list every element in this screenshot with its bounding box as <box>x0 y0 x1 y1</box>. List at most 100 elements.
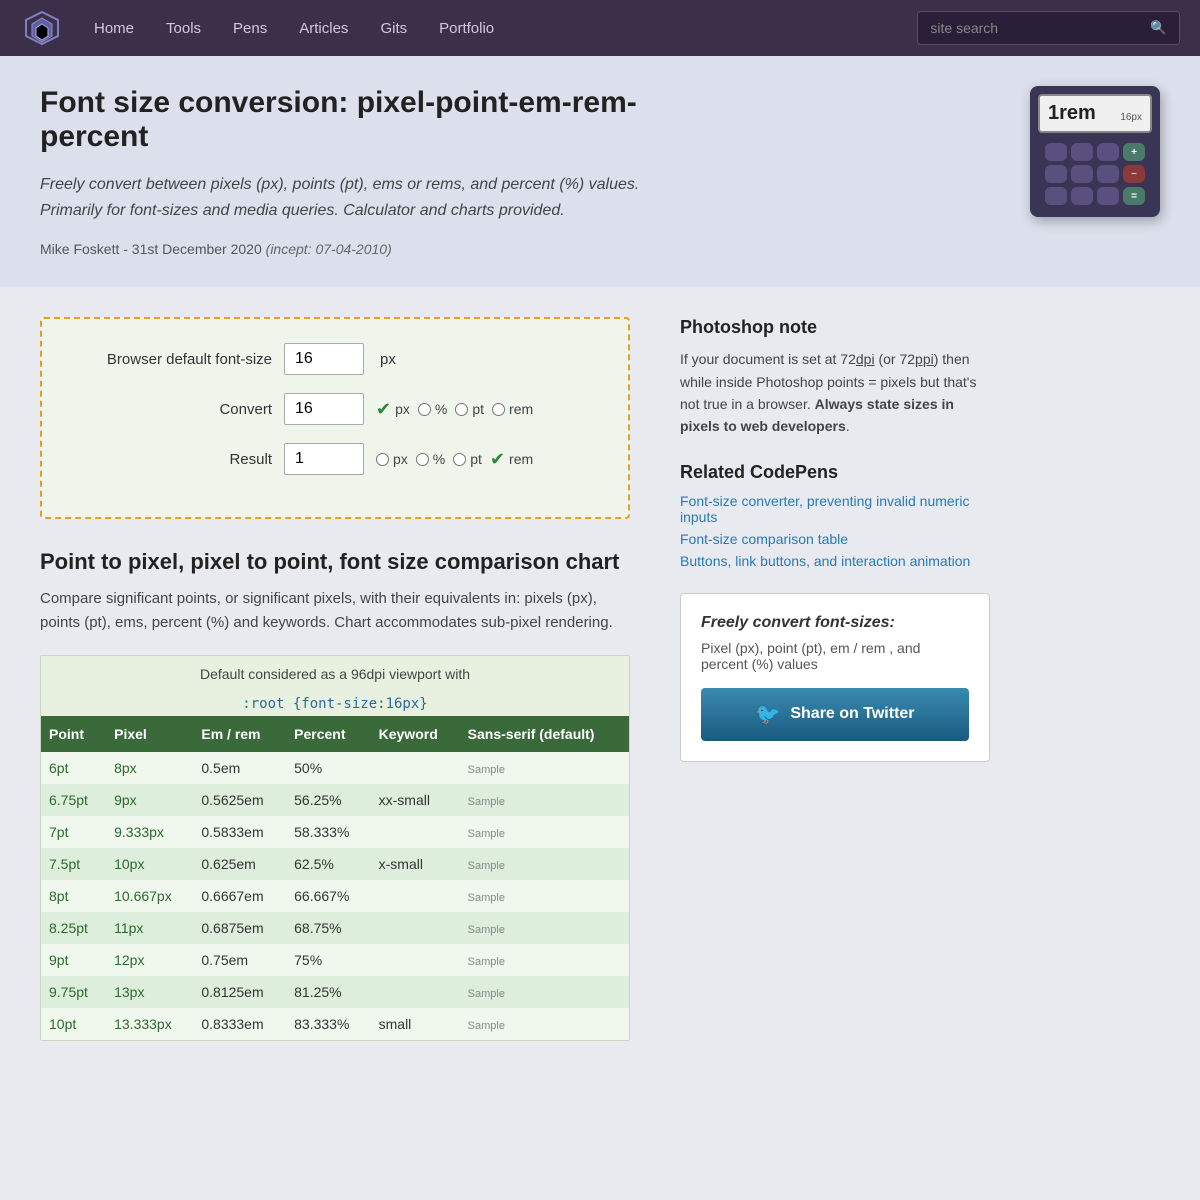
result-percent[interactable]: % <box>416 451 445 467</box>
related-link-1[interactable]: Font-size converter, preventing invalid … <box>680 493 990 525</box>
rem-label: rem <box>509 401 533 417</box>
page-title: Font size conversion: pixel-point-em-rem… <box>40 86 680 154</box>
result-pt[interactable]: pt <box>453 451 482 467</box>
cell-pct: 75% <box>286 944 370 976</box>
content-area: Browser default font-size px Convert ✔ p… <box>0 287 660 1071</box>
nav-portfolio[interactable]: Portfolio <box>425 12 508 45</box>
chart-title: Point to pixel, pixel to point, font siz… <box>40 549 630 575</box>
photoshop-note: Photoshop note If your document is set a… <box>680 317 990 438</box>
convert-input[interactable] <box>284 393 364 425</box>
cell-em: 0.5625em <box>193 784 286 816</box>
calc-unit: 16px <box>1120 112 1142 123</box>
site-logo[interactable] <box>20 6 64 50</box>
col-em: Em / rem <box>193 716 286 752</box>
cell-pt: 8pt <box>41 880 106 912</box>
result-px-radio[interactable] <box>376 453 389 466</box>
result-px[interactable]: px <box>376 451 408 467</box>
default-label: Browser default font-size <box>72 351 272 368</box>
default-input[interactable] <box>284 343 364 375</box>
cell-px: 8px <box>106 752 193 784</box>
convert-row: Convert ✔ px % pt <box>72 393 598 425</box>
cell-px: 10.667px <box>106 880 193 912</box>
related-link-2[interactable]: Font-size comparison table <box>680 531 990 547</box>
default-unit: px <box>380 351 396 368</box>
nav-gits[interactable]: Gits <box>366 12 421 45</box>
result-pt-radio[interactable] <box>453 453 466 466</box>
cell-sample: Sample <box>460 1008 629 1040</box>
cell-kw <box>371 912 460 944</box>
cell-kw <box>371 816 460 848</box>
cell-em: 0.8333em <box>193 1008 286 1040</box>
cell-kw <box>371 944 460 976</box>
search-icon: 🔍 <box>1150 20 1167 35</box>
convert-label: Convert <box>72 401 272 418</box>
hero-section: Font size conversion: pixel-point-em-rem… <box>0 56 1200 287</box>
percent-radio[interactable] <box>418 403 431 416</box>
calc-btn-6[interactable] <box>1097 165 1119 183</box>
twitter-card: Freely convert font-sizes: Pixel (px), p… <box>680 593 990 762</box>
cell-kw <box>371 752 460 784</box>
rem-radio[interactable] <box>492 403 505 416</box>
nav-pens[interactable]: Pens <box>219 12 281 45</box>
table-row: 8.25pt 11px 0.6875em 68.75% Sample <box>41 912 629 944</box>
nav-tools[interactable]: Tools <box>152 12 215 45</box>
calc-value: 1rem <box>1048 102 1096 125</box>
convert-pt[interactable]: pt <box>455 401 484 417</box>
cell-pt: 8.25pt <box>41 912 106 944</box>
table-row: 8pt 10.667px 0.6667em 66.667% Sample <box>41 880 629 912</box>
calc-btn-minus[interactable]: − <box>1123 165 1145 183</box>
calc-btn-8[interactable] <box>1071 187 1093 205</box>
search-button[interactable]: 🔍 <box>1138 12 1179 44</box>
calc-btn-4[interactable] <box>1045 165 1067 183</box>
calc-btn-eq[interactable]: = <box>1123 187 1145 205</box>
col-keyword: Keyword <box>371 716 460 752</box>
cell-sample: Sample <box>460 880 629 912</box>
photoshop-title: Photoshop note <box>680 317 990 338</box>
default-row: Browser default font-size px <box>72 343 598 375</box>
cell-pt: 7.5pt <box>41 848 106 880</box>
calc-btn-5[interactable] <box>1071 165 1093 183</box>
col-sample: Sans-serif (default) <box>460 716 629 752</box>
cell-px: 13.333px <box>106 1008 193 1040</box>
cell-pt: 7pt <box>41 816 106 848</box>
main-content: Browser default font-size px Convert ✔ p… <box>0 287 1200 1071</box>
comparison-table: Point Pixel Em / rem Percent Keyword San… <box>41 716 629 1040</box>
convert-rem[interactable]: rem <box>492 401 533 417</box>
cell-em: 0.5em <box>193 752 286 784</box>
table-header-code: :root {font-size:16px} <box>41 692 629 716</box>
convert-px[interactable]: ✔ px <box>376 399 410 420</box>
col-percent: Percent <box>286 716 370 752</box>
table-header-note: Default considered as a 96dpi viewport w… <box>41 656 629 692</box>
cell-px: 9px <box>106 784 193 816</box>
table-row: 9pt 12px 0.75em 75% Sample <box>41 944 629 976</box>
cell-pt: 9pt <box>41 944 106 976</box>
nav-articles[interactable]: Articles <box>285 12 362 45</box>
search-input[interactable] <box>918 12 1138 44</box>
calc-btn-1[interactable] <box>1045 143 1067 161</box>
nav-links: Home Tools Pens Articles Gits Portfolio <box>80 12 917 45</box>
calc-btn-plus[interactable]: + <box>1123 143 1145 161</box>
calc-btn-7[interactable] <box>1045 187 1067 205</box>
calc-btn-3[interactable] <box>1097 143 1119 161</box>
nav-home[interactable]: Home <box>80 12 148 45</box>
cell-kw: small <box>371 1008 460 1040</box>
convert-percent[interactable]: % <box>418 401 447 417</box>
cell-kw <box>371 880 460 912</box>
related-link-3[interactable]: Buttons, link buttons, and interaction a… <box>680 553 990 569</box>
result-input[interactable] <box>284 443 364 475</box>
hero-author: Mike Foskett - 31st December 2020 (incep… <box>40 241 680 257</box>
sidebar: Photoshop note If your document is set a… <box>660 287 1020 1071</box>
cell-sample: Sample <box>460 848 629 880</box>
result-checkmark-icon: ✔ <box>490 449 505 470</box>
hero-description: Freely convert between pixels (px), poin… <box>40 172 680 223</box>
calc-buttons: + − = <box>1030 139 1160 217</box>
calc-btn-2[interactable] <box>1071 143 1093 161</box>
result-rem-label: rem <box>509 451 533 467</box>
cell-kw: xx-small <box>371 784 460 816</box>
result-rem[interactable]: ✔ rem <box>490 449 533 470</box>
pt-radio[interactable] <box>455 403 468 416</box>
cell-px: 10px <box>106 848 193 880</box>
result-pct-radio[interactable] <box>416 453 429 466</box>
share-twitter-button[interactable]: 🐦 Share on Twitter <box>701 688 969 741</box>
calc-btn-9[interactable] <box>1097 187 1119 205</box>
